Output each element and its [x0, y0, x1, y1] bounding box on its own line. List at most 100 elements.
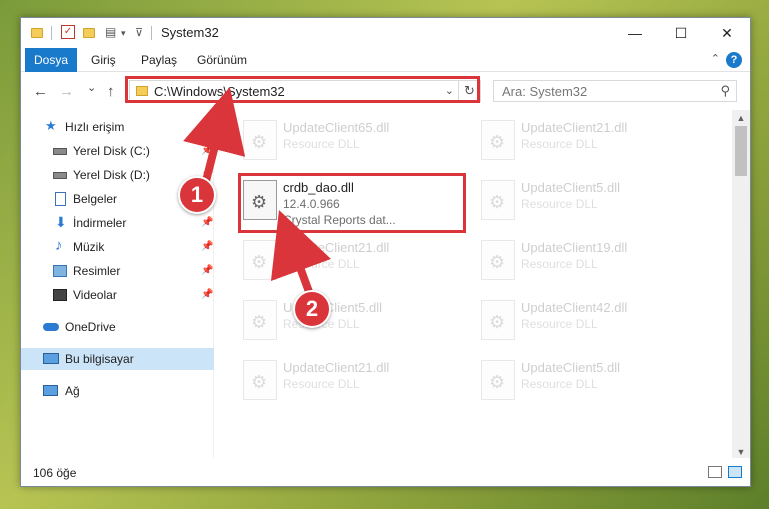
- sidebar-item-label: Videolar: [73, 288, 117, 302]
- sidebar-item-downloads[interactable]: ⬇ İndirmeler 📌: [21, 212, 214, 234]
- step-1-badge: 1: [178, 176, 216, 214]
- file-type: Resource DLL: [283, 257, 360, 271]
- sidebar-item-label: İndirmeler: [73, 216, 127, 230]
- sidebar-item-pictures[interactable]: Resimler 📌: [21, 260, 214, 282]
- help-button[interactable]: ?: [726, 52, 742, 68]
- dll-file-icon: ⚙: [481, 360, 515, 400]
- details-view-icon[interactable]: [708, 466, 722, 478]
- sidebar-item-label: Ağ: [65, 384, 80, 398]
- tab-home[interactable]: Giriş: [83, 48, 124, 72]
- sidebar-item-label: Bu bilgisayar: [65, 352, 134, 366]
- videos-icon: [53, 289, 67, 301]
- step-2-badge: 2: [293, 290, 331, 328]
- pin-icon[interactable]: 📌: [201, 284, 213, 306]
- file-name: UpdateClient21.dll: [283, 240, 390, 255]
- file-item[interactable]: ⚙ UpdateClient21.dll Resource DLL: [235, 236, 465, 286]
- sidebar-item-label: Belgeler: [73, 192, 118, 206]
- view-menu-icon[interactable]: ▤: [105, 25, 119, 39]
- title-bar: ✓ ▤ ▾ ⊽ System32 — ☐ ✕: [21, 18, 750, 48]
- pin-icon[interactable]: 📌: [201, 212, 213, 234]
- item-count: 106 öğe: [33, 466, 77, 480]
- status-bar: 106 öğe: [21, 458, 750, 486]
- scroll-thumb[interactable]: [735, 126, 747, 176]
- chevron-up-icon[interactable]: ⌃: [711, 52, 720, 65]
- tab-file[interactable]: Dosya: [25, 48, 77, 72]
- forward-button[interactable]: →: [59, 83, 74, 100]
- pin-icon[interactable]: 📌: [201, 260, 213, 282]
- documents-icon: [55, 192, 66, 206]
- dll-file-icon: ⚙: [481, 120, 515, 160]
- file-type: Resource DLL: [521, 377, 598, 391]
- dll-file-icon: ⚙: [481, 180, 515, 220]
- search-icon[interactable]: ⚲: [720, 83, 730, 99]
- file-highlight-box: [238, 173, 466, 233]
- maximize-button[interactable]: ☐: [658, 18, 704, 48]
- new-folder-icon[interactable]: [83, 28, 95, 38]
- file-name: UpdateClient42.dll: [521, 300, 628, 315]
- scroll-up-icon[interactable]: ▲: [732, 110, 750, 126]
- minimize-button[interactable]: —: [612, 18, 658, 48]
- sidebar-item-this-pc[interactable]: Bu bilgisayar: [21, 348, 214, 370]
- file-item[interactable]: ⚙ UpdateClient5.dll Resource DLL: [473, 356, 703, 406]
- file-type: Resource DLL: [521, 317, 598, 331]
- sidebar-item-quick-access[interactable]: ★ Hızlı erişim: [21, 116, 214, 138]
- file-item[interactable]: ⚙ UpdateClient65.dll Resource DLL: [235, 116, 465, 166]
- tab-share[interactable]: Paylaş: [133, 48, 185, 72]
- dll-file-icon: ⚙: [481, 300, 515, 340]
- file-item[interactable]: ⚙ UpdateClient42.dll Resource DLL: [473, 296, 703, 346]
- sidebar-item-label: Yerel Disk (C:): [73, 144, 150, 158]
- computer-icon: [43, 353, 59, 364]
- chevron-down-icon[interactable]: ▾: [121, 25, 126, 41]
- customize-toolbar-icon[interactable]: ⊽: [135, 25, 143, 41]
- pictures-icon: [53, 265, 67, 277]
- recent-locations-button[interactable]: ⌄: [87, 81, 96, 94]
- dll-file-icon: ⚙: [243, 120, 277, 160]
- tiles-view-icon[interactable]: [728, 466, 742, 478]
- file-type: Resource DLL: [521, 257, 598, 271]
- music-icon: ♪: [55, 237, 63, 254]
- file-item[interactable]: ⚙ UpdateClient5.dll Resource DLL: [235, 296, 465, 346]
- sidebar-item-music[interactable]: ♪ Müzik 📌: [21, 236, 214, 258]
- up-button[interactable]: ↑: [107, 83, 115, 100]
- star-icon: ★: [45, 118, 57, 133]
- file-name: UpdateClient21.dll: [283, 360, 390, 375]
- sidebar-item-onedrive[interactable]: OneDrive: [21, 316, 214, 338]
- file-name: UpdateClient19.dll: [521, 240, 628, 255]
- file-name: UpdateClient5.dll: [521, 360, 621, 375]
- address-highlight-box: [125, 76, 480, 103]
- network-icon: [43, 385, 58, 396]
- window-title: System32: [161, 25, 219, 40]
- file-item[interactable]: ⚙ UpdateClient5.dll Resource DLL: [473, 176, 703, 226]
- tab-view[interactable]: Görünüm: [189, 48, 255, 72]
- sidebar-item-label: Resimler: [73, 264, 121, 278]
- file-item[interactable]: ⚙ UpdateClient19.dll Resource DLL: [473, 236, 703, 286]
- file-item[interactable]: ⚙ UpdateClient21.dll Resource DLL: [235, 356, 465, 406]
- file-item[interactable]: ⚙ UpdateClient21.dll Resource DLL: [473, 116, 703, 166]
- cloud-icon: [43, 323, 59, 331]
- vertical-scrollbar[interactable]: ▲ ▼: [732, 110, 750, 460]
- pin-icon[interactable]: 📌: [201, 236, 213, 258]
- sidebar-item-label: Hızlı erişim: [65, 120, 125, 134]
- drive-icon: [53, 148, 67, 155]
- drive-icon: [53, 172, 67, 179]
- file-name: UpdateClient21.dll: [521, 120, 628, 135]
- back-button[interactable]: ←: [33, 83, 48, 100]
- close-button[interactable]: ✕: [704, 18, 750, 48]
- sidebar-item-disk-c[interactable]: Yerel Disk (C:) 📌: [21, 140, 214, 162]
- sidebar-item-label: Yerel Disk (D:): [73, 168, 150, 182]
- sidebar-item-label: Müzik: [73, 240, 105, 254]
- download-icon: ⬇: [55, 214, 67, 230]
- dll-file-icon: ⚙: [243, 240, 277, 280]
- file-type: Resource DLL: [521, 197, 598, 211]
- sidebar-item-videos[interactable]: Videolar 📌: [21, 284, 214, 306]
- pin-icon[interactable]: 📌: [201, 140, 213, 162]
- dll-file-icon: ⚙: [243, 300, 277, 340]
- folder-icon: [31, 28, 43, 38]
- dll-file-icon: ⚙: [243, 360, 277, 400]
- navigation-pane: ★ Hızlı erişim Yerel Disk (C:) 📌 Yerel D…: [21, 110, 214, 460]
- file-type: Resource DLL: [283, 137, 360, 151]
- sidebar-item-network[interactable]: Ağ: [21, 380, 214, 402]
- properties-icon[interactable]: ✓: [61, 25, 75, 39]
- search-input[interactable]: Ara: System32 ⚲: [493, 80, 737, 102]
- divider: [151, 26, 152, 40]
